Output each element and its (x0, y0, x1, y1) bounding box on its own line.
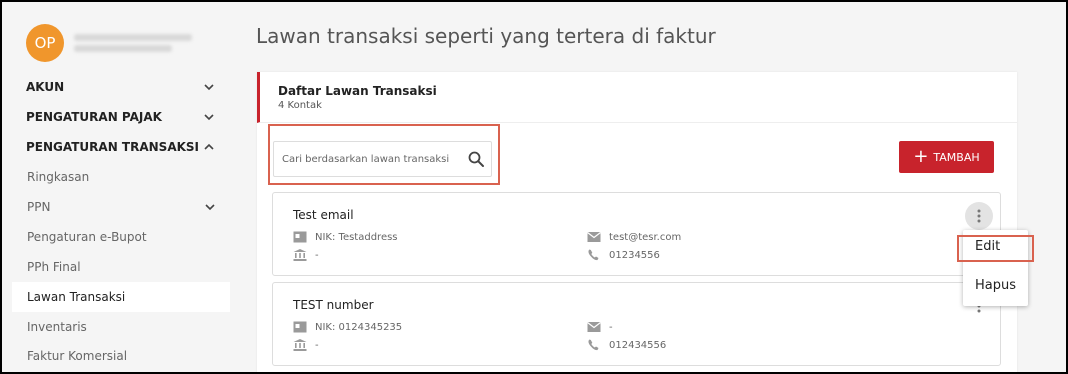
chevron-down-icon (204, 84, 214, 91)
contact-phone: 012434556 (587, 339, 666, 351)
contact-count: 4 Kontak (278, 100, 322, 111)
chevron-down-icon (205, 204, 215, 211)
phone-icon (588, 249, 599, 261)
kebab-menu-icon (977, 209, 981, 223)
sidebar-section-label: PENGATURAN TRANSAKSI (26, 140, 200, 154)
sidebar-section-pengaturan-pajak[interactable]: PENGATURAN PAJAK (26, 107, 216, 127)
bank-icon (293, 339, 307, 351)
add-button-label: TAMBAH (933, 150, 980, 164)
contact-card[interactable]: Test email NIK: Testaddress - test@tesr.… (272, 192, 1001, 276)
bank-icon (293, 249, 307, 261)
menu-item-delete[interactable]: Hapus (963, 273, 1028, 297)
user-profile[interactable]: OP (26, 24, 192, 62)
contact-email: test@tesr.com (587, 231, 681, 243)
mail-icon (587, 322, 601, 332)
card-header: Daftar Lawan Transaksi 4 Kontak (257, 72, 1017, 123)
avatar[interactable]: OP (26, 24, 64, 62)
redacted-email (74, 45, 172, 52)
search-input[interactable] (282, 151, 457, 167)
contact-address: - (293, 339, 319, 351)
edit-highlight-box (957, 235, 1034, 262)
search-field[interactable] (273, 141, 492, 177)
contact-nik: NIK: Testaddress (293, 231, 398, 243)
sidebar-item-lawan-transaksi[interactable]: Lawan Transaksi (12, 282, 230, 312)
sidebar-item-label: PPN (27, 200, 51, 214)
chevron-down-icon (204, 114, 214, 121)
sidebar-section-pengaturan-transaksi[interactable]: PENGATURAN TRANSAKSI (26, 137, 216, 157)
search-icon[interactable] (467, 150, 485, 168)
sidebar-item-inventaris[interactable]: Inventaris (27, 317, 217, 337)
page-title: Lawan transaksi seperti yang tertera di … (256, 24, 716, 48)
sidebar-item-faktur-komersial[interactable]: Faktur Komersial (27, 346, 217, 366)
sidebar: OP AKUN PENGATURAN PAJAK PENGATURAN TRAN… (12, 12, 230, 372)
sidebar-section-label: AKUN (26, 80, 65, 94)
contact-address: - (293, 249, 319, 261)
add-contact-button[interactable]: + TAMBAH (899, 141, 994, 173)
app-window: OP AKUN PENGATURAN PAJAK PENGATURAN TRAN… (0, 0, 1068, 374)
contact-name: Test email (293, 208, 354, 222)
profile-details-redacted (74, 30, 192, 56)
sidebar-item-pengaturan-e-bupot[interactable]: Pengaturan e-Bupot (27, 227, 217, 247)
contact-card[interactable]: TEST number NIK: 0124345235 - - 01243455… (272, 282, 1001, 366)
mail-icon (587, 232, 601, 242)
plus-icon: + (913, 146, 929, 167)
sidebar-item-ringkasan[interactable]: Ringkasan (27, 167, 217, 187)
id-card-icon (293, 321, 307, 333)
sidebar-item-pph-final[interactable]: PPh Final (27, 257, 217, 277)
chevron-up-icon (204, 143, 214, 150)
redacted-name (74, 34, 192, 41)
contact-email: - (587, 321, 613, 333)
sidebar-item-label: Pengaturan e-Bupot (27, 230, 147, 244)
contact-name: TEST number (293, 298, 374, 312)
sidebar-item-ppn[interactable]: PPN (27, 197, 217, 217)
sidebar-item-label: Faktur Komersial (27, 349, 128, 363)
card-title: Daftar Lawan Transaksi (278, 84, 437, 98)
sidebar-item-label: Lawan Transaksi (27, 290, 126, 304)
contact-nik: NIK: 0124345235 (293, 321, 402, 333)
more-options-button[interactable] (965, 202, 993, 230)
id-card-icon (293, 231, 307, 243)
contact-phone: 01234556 (587, 249, 660, 261)
sidebar-section-akun[interactable]: AKUN (26, 77, 216, 97)
sidebar-section-label: PENGATURAN PAJAK (26, 110, 162, 124)
sidebar-item-label: Inventaris (27, 320, 87, 334)
sidebar-item-label: PPh Final (27, 260, 81, 274)
sidebar-item-label: Ringkasan (27, 170, 90, 184)
phone-icon (588, 339, 599, 351)
